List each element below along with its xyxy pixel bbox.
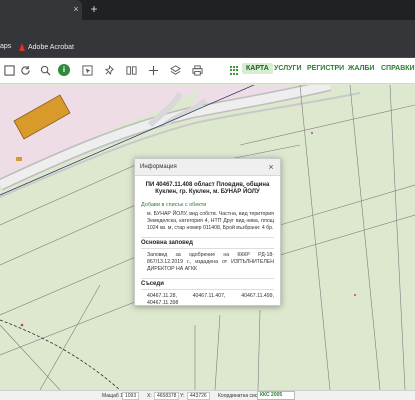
neighbors-text: 40467.11.28, 40467.11.407, 40467.11.499,… <box>147 293 274 306</box>
new-tab-icon[interactable]: + <box>88 3 100 15</box>
select-tool-icon[interactable] <box>2 63 16 77</box>
close-tab-icon[interactable]: × <box>71 4 81 14</box>
nav-services[interactable]: УСЛУГИ <box>274 65 302 72</box>
browser-tab[interactable]: × <box>0 0 82 20</box>
scale-label: Мащаб 1: <box>102 393 125 399</box>
info-popup: Информация × ПИ 40467.11.408 област Плов… <box>134 158 281 306</box>
browser-toolbar <box>0 20 415 38</box>
neighbors-header: Съседи <box>141 278 274 290</box>
scale-input[interactable]: 1093 <box>122 392 140 400</box>
app-header: i КАРТА УСЛУГИ РЕГИСТРИ ЖАЛБИ СПРАВКИ <box>0 58 415 84</box>
nav-map[interactable]: КАРТА <box>242 63 273 74</box>
order-header: Основна заповед <box>141 237 274 249</box>
acrobat-icon <box>19 43 25 51</box>
y-coordinate: 443726 <box>187 392 210 400</box>
status-bar: Мащаб 1: 1093 X: 4658378 Y: 443726 Коорд… <box>0 390 415 400</box>
layers-icon[interactable] <box>168 63 182 77</box>
popup-header: Информация × <box>135 159 280 176</box>
nav-references[interactable]: СПРАВКИ <box>381 65 415 72</box>
nav-complaints[interactable]: ЖАЛБИ <box>348 65 374 72</box>
y-label: Y: <box>180 393 185 399</box>
zoom-tool-icon[interactable] <box>38 63 52 77</box>
apps-grid-icon[interactable] <box>230 66 239 75</box>
add-to-list-link[interactable]: Добави в списък с обекти <box>141 202 274 208</box>
bookmarks-bar: aps Adobe Acrobat <box>0 38 415 58</box>
x-coordinate: 4658378 <box>154 392 180 400</box>
book-icon[interactable] <box>124 63 138 77</box>
pin-tool-icon[interactable] <box>102 63 116 77</box>
order-text: Заповед за одобрение на КККР РД-18-867/1… <box>147 252 274 272</box>
popup-title: Информация <box>140 164 177 170</box>
print-icon[interactable] <box>190 63 204 77</box>
browser-tabbar: × + <box>0 0 415 20</box>
info-tool-icon[interactable]: i <box>58 64 70 76</box>
coord-system-select[interactable]: ККС 2005 <box>257 391 295 400</box>
bookmark-maps[interactable]: aps <box>0 43 11 50</box>
pointer-tool-icon[interactable] <box>80 63 94 77</box>
property-title: ПИ 40467.11.408 област Пловдив, община К… <box>145 182 270 195</box>
property-details: м. БУНАР ЙОЛУ, вид собств. Частна, вид т… <box>147 211 274 231</box>
nav-registers[interactable]: РЕГИСТРИ <box>307 65 344 72</box>
close-icon[interactable]: × <box>266 162 276 172</box>
x-label: X: <box>147 393 152 399</box>
refresh-icon[interactable] <box>18 63 32 77</box>
move-icon[interactable] <box>146 63 160 77</box>
bookmark-adobe-acrobat[interactable]: Adobe Acrobat <box>19 43 74 51</box>
